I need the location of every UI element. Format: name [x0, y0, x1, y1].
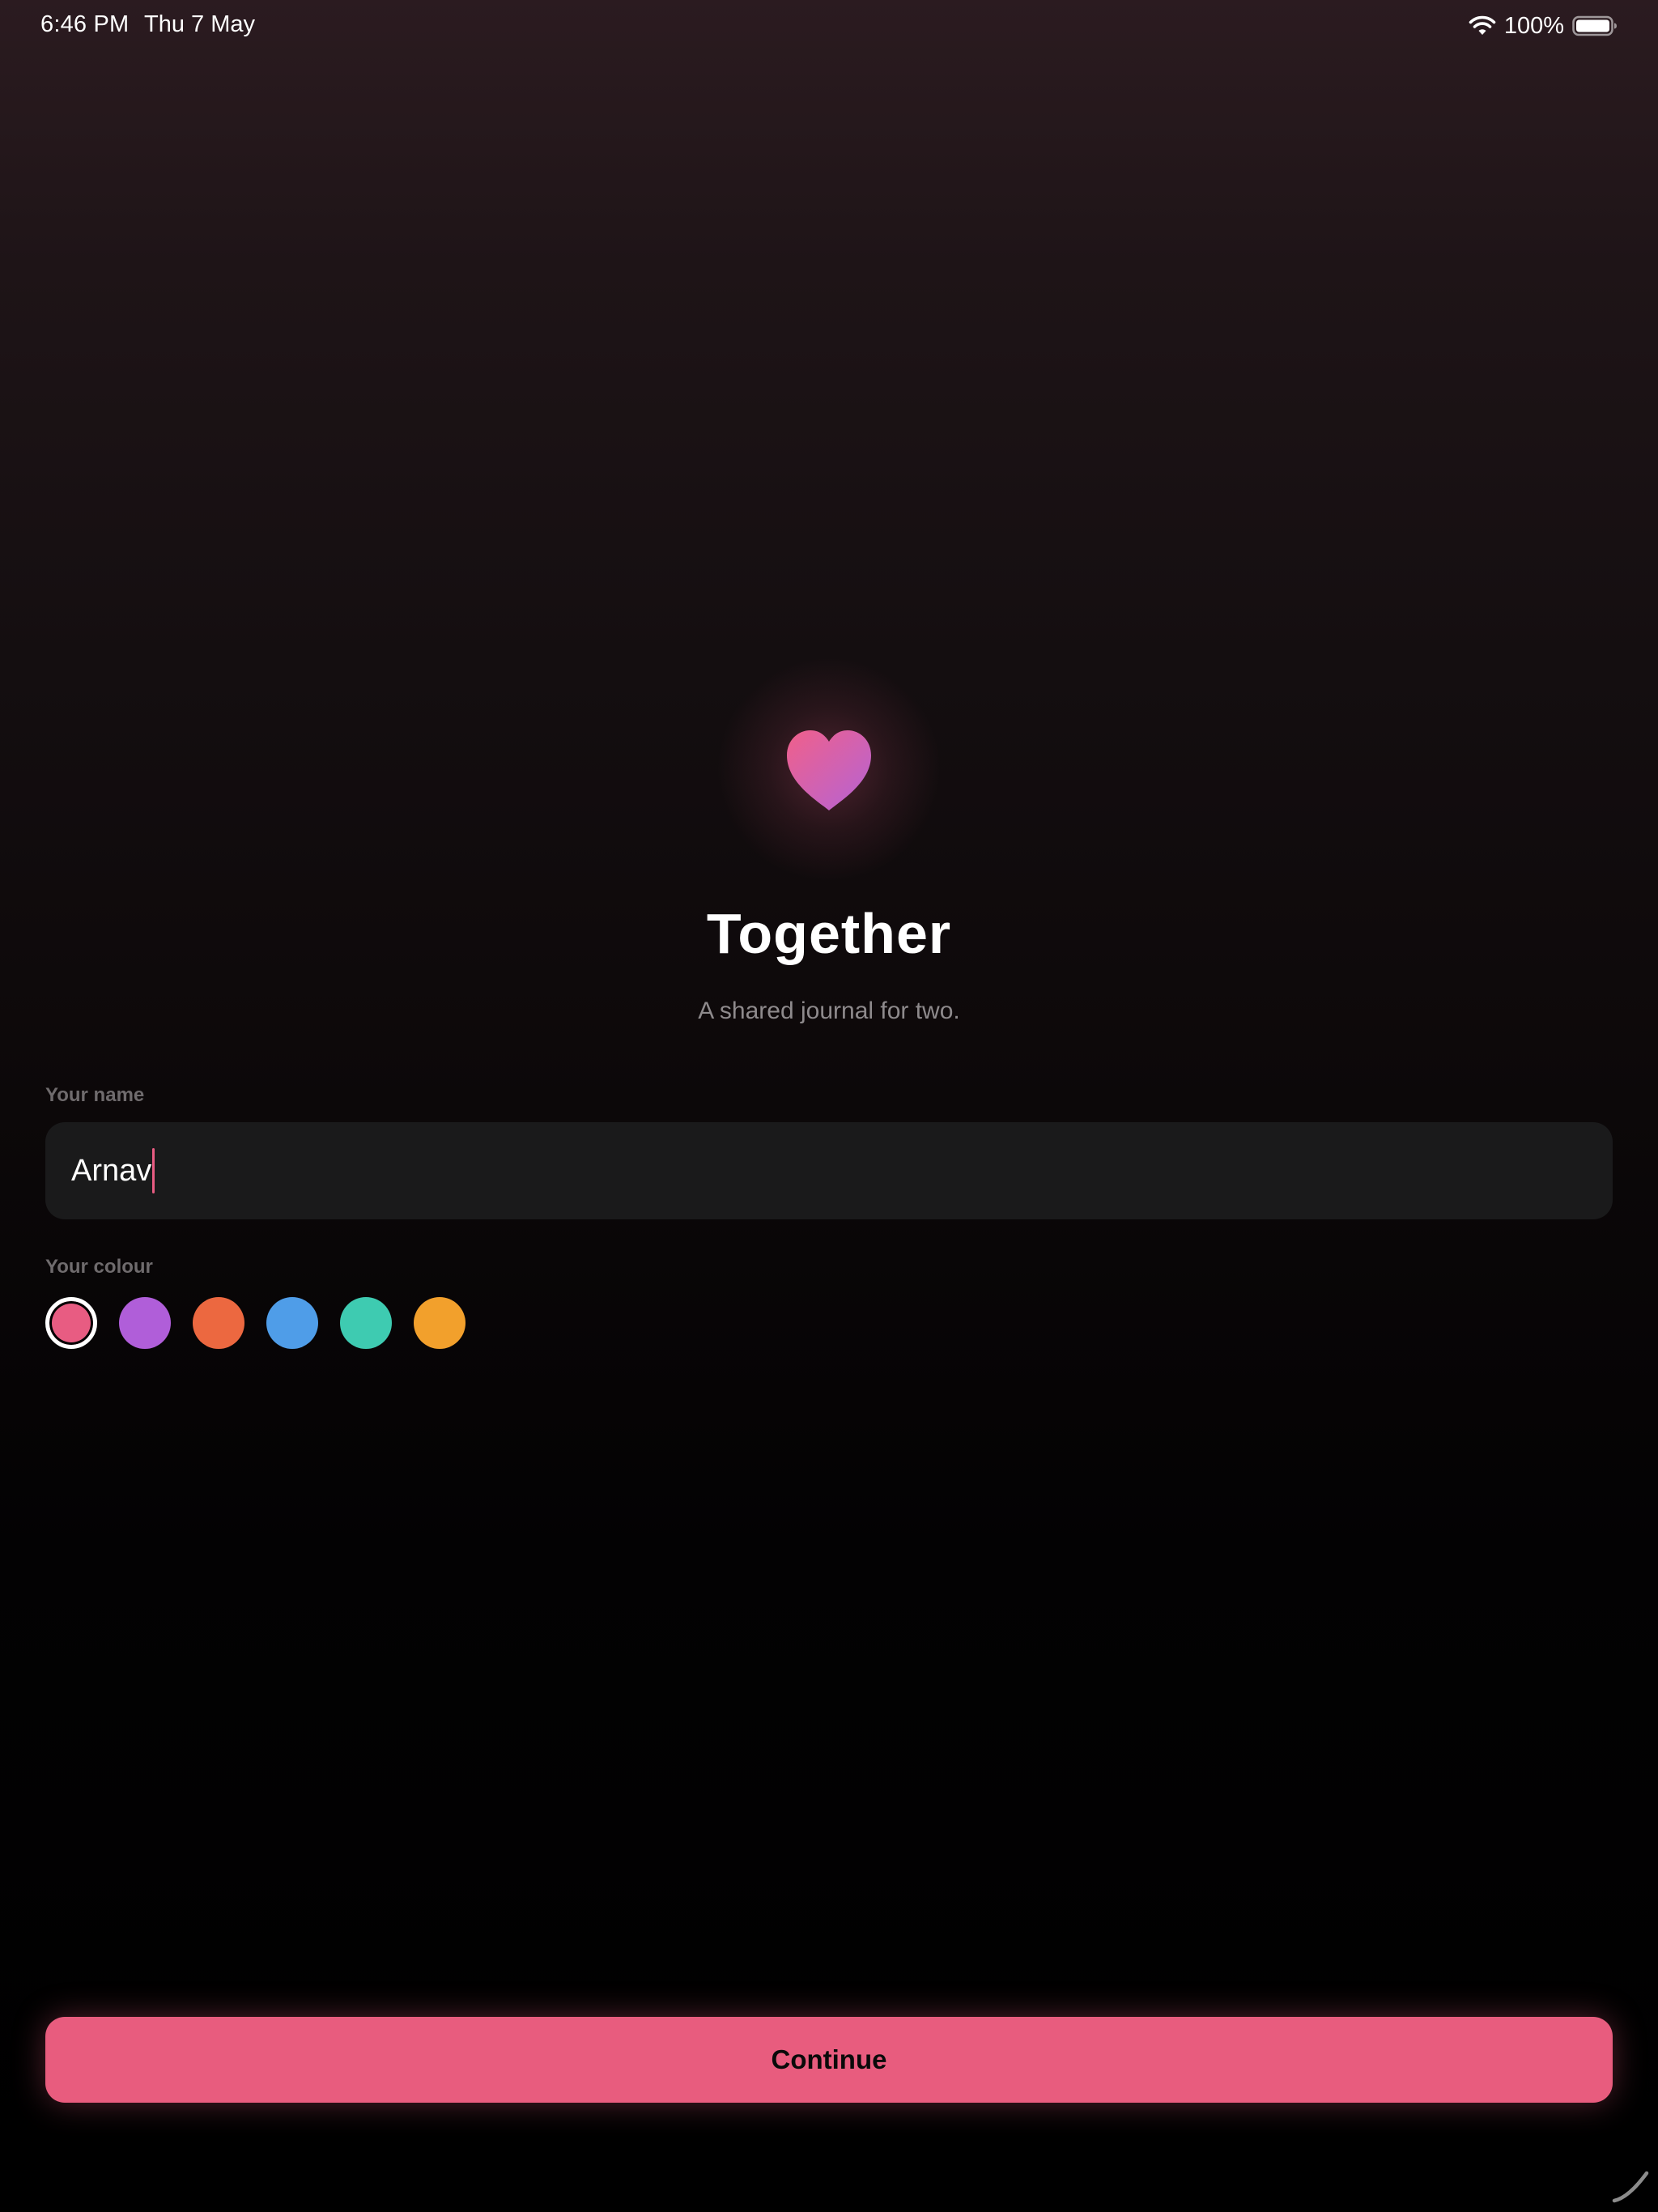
name-field-value[interactable]: Arnav: [71, 1155, 151, 1186]
status-time: 6:46 PM: [40, 11, 130, 37]
wifi-icon: [1469, 15, 1496, 35]
app-subtitle: A shared journal for two.: [698, 998, 960, 1024]
colour-swatch-amber[interactable]: [414, 1297, 466, 1349]
battery-full-icon: [1572, 15, 1617, 36]
continue-button-label: Continue: [771, 2044, 887, 2074]
colour-picker-label: Your colour: [45, 1256, 153, 1278]
resize-handle-icon[interactable]: [1611, 2165, 1650, 2204]
heart-icon: [787, 730, 871, 810]
battery-percentage: 100%: [1503, 12, 1564, 39]
status-indicators: 100%: [1469, 11, 1618, 40]
continue-button[interactable]: Continue: [45, 2017, 1613, 2103]
app-title: Together: [706, 902, 952, 965]
status-bar: 6:46 PM Thu 7 May 100%: [0, 0, 1658, 52]
status-date: Thu 7 May: [144, 11, 255, 37]
colour-swatch-purple[interactable]: [119, 1297, 171, 1349]
name-field-label: Your name: [45, 1084, 145, 1106]
colour-swatch-blue[interactable]: [266, 1297, 318, 1349]
text-caret: [152, 1148, 155, 1193]
colour-swatch-pink[interactable]: [45, 1297, 97, 1349]
name-field[interactable]: Arnav: [45, 1122, 1613, 1219]
colour-swatch-teal[interactable]: [340, 1297, 392, 1349]
colour-swatch-orange[interactable]: [193, 1297, 244, 1349]
